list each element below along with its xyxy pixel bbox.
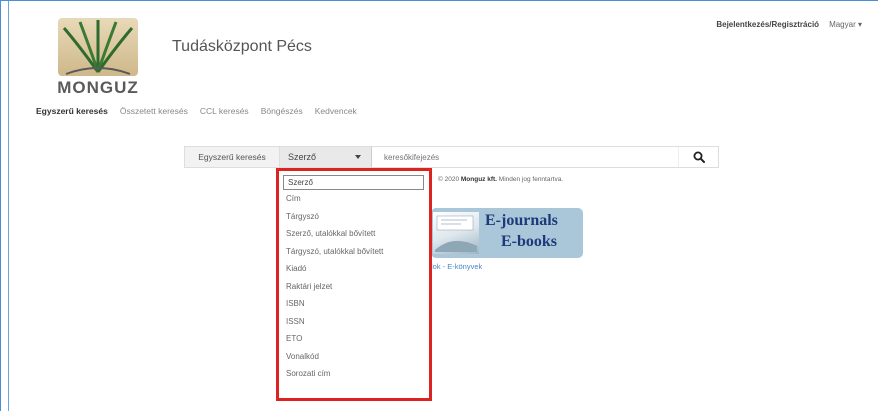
dropdown-option-issn[interactable]: ISSN (279, 313, 429, 331)
banner-line2: E-books (501, 233, 558, 250)
dropdown-option-shelfmark[interactable]: Raktári jelzet (279, 278, 429, 296)
copyright-company: Monguz kft. (460, 176, 497, 183)
main-nav: Egyszerű keresés Összetett keresés CCL k… (36, 106, 357, 116)
tab-simple-search[interactable]: Egyszerű keresés (36, 106, 108, 116)
logo-text: MONGUZ (57, 78, 139, 97)
login-link[interactable]: Bejelentkezés/Regisztráció (716, 20, 819, 29)
search-field-dropdown: Szerző Cím Tárgyszó Szerző, utalókkal bő… (276, 168, 432, 401)
tab-favorites[interactable]: Kedvencek (315, 106, 357, 116)
search-button[interactable] (678, 147, 718, 167)
search-bar: Egyszerű keresés Szerző (184, 146, 719, 168)
ejournals-banner[interactable]: E-journals E-books (431, 208, 583, 258)
copyright-suffix: Minden jog fenntartva. (498, 176, 564, 183)
book-image (433, 212, 479, 254)
language-label: Magyar (829, 20, 856, 29)
banner-line1: E-journals (485, 212, 558, 229)
logo-graphic (58, 18, 138, 76)
ebooks-link[interactable]: lok - E-könyvek (431, 262, 482, 271)
tab-browse[interactable]: Böngészés (261, 106, 303, 116)
search-field-value: Szerző (288, 152, 317, 162)
top-right-menu: Bejelentkezés/Regisztráció Magyar ▾ (716, 20, 862, 29)
dropdown-option-eto[interactable]: ETO (279, 330, 429, 348)
dropdown-option-barcode[interactable]: Vonalkód (279, 348, 429, 366)
dropdown-options: Szerző Cím Tárgyszó Szerző, utalókkal bő… (279, 171, 429, 383)
language-select[interactable]: Magyar ▾ (829, 20, 862, 29)
dropdown-option-subject[interactable]: Tárgyszó (279, 208, 429, 226)
tab-ccl-search[interactable]: CCL keresés (200, 106, 249, 116)
dropdown-option-publisher[interactable]: Kiadó (279, 260, 429, 278)
copyright-prefix: © 2020 (438, 176, 460, 183)
site-title: Tudásközpont Pécs (172, 38, 312, 55)
search-mode-label: Egyszerű keresés (185, 147, 280, 167)
chevron-down-icon: ▾ (857, 20, 862, 29)
search-input[interactable] (372, 147, 678, 167)
tab-advanced-search[interactable]: Összetett keresés (120, 106, 188, 116)
dropdown-option-author[interactable]: Szerző (283, 175, 424, 190)
dropdown-option-isbn[interactable]: ISBN (279, 295, 429, 313)
search-field-select[interactable]: Szerző (280, 147, 372, 167)
logo[interactable]: MONGUZ (50, 18, 146, 98)
dropdown-option-subject-extended[interactable]: Tárgyszó, utalókkal bővített (279, 243, 429, 261)
dropdown-option-author-extended[interactable]: Szerző, utalókkal bővített (279, 225, 429, 243)
dropdown-option-series-title[interactable]: Sorozati cím (279, 365, 429, 383)
caret-down-icon (355, 155, 361, 159)
dropdown-option-title[interactable]: Cím (279, 190, 429, 208)
copyright-text: © 2020 Monguz kft. Minden jog fenntartva… (438, 176, 563, 183)
search-icon (693, 151, 705, 163)
